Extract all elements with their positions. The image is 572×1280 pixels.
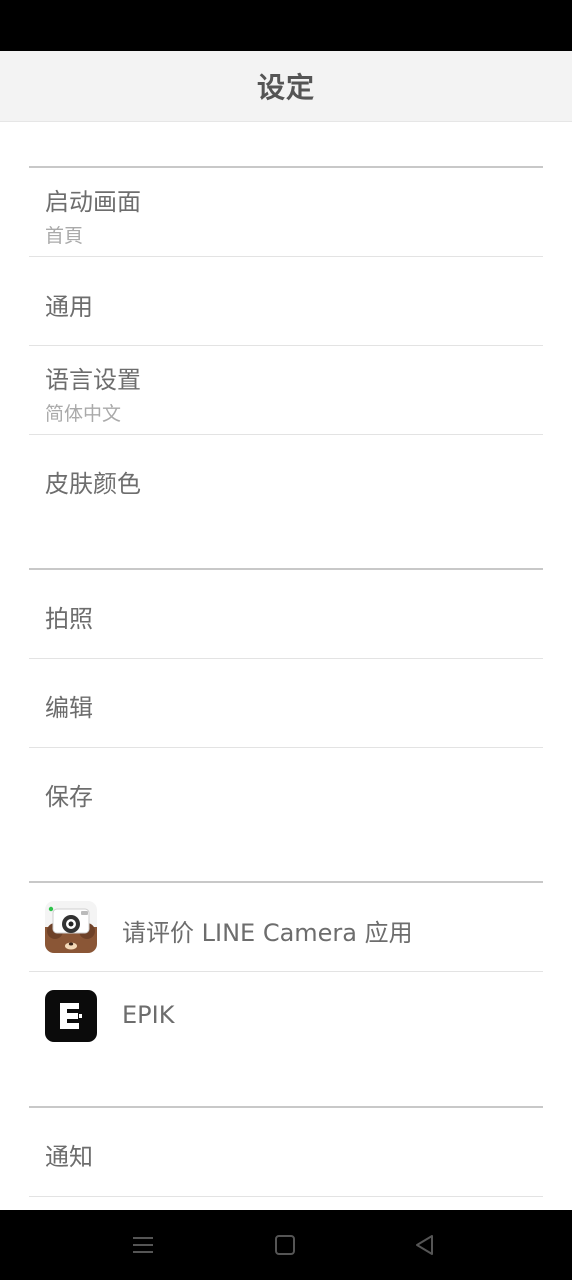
menu-icon[interactable] (128, 1230, 158, 1260)
settings-section-apps: 请评价 LINE Camera 应用 EPIK (29, 881, 543, 1061)
settings-item-rate-line-camera[interactable]: 请评价 LINE Camera 应用 (29, 883, 543, 972)
page-title: 设定 (256, 71, 315, 104)
settings-item-label: 通用 (45, 293, 93, 321)
settings-item-label: 皮肤颜色 (45, 470, 141, 498)
settings-item-language[interactable]: 语言设置 简体中文 (29, 346, 543, 435)
settings-item-label: 拍照 (45, 605, 93, 633)
app-name: 请评价 LINE Camera 应用 (122, 919, 413, 947)
settings-item-skin-color[interactable]: 皮肤颜色 (29, 435, 543, 525)
app-header: 设定 (0, 51, 572, 122)
settings-section-camera: 拍照 编辑 保存 (29, 568, 543, 837)
settings-item-general[interactable]: 通用 (29, 257, 543, 346)
system-navigation-bar (0, 1210, 572, 1280)
settings-item-label: 启动画面 (45, 188, 141, 216)
settings-item-value: 首頁 (45, 225, 84, 247)
settings-item-camera[interactable]: 拍照 (29, 570, 543, 659)
settings-item-edit[interactable]: 编辑 (29, 659, 543, 748)
settings-list[interactable]: 启动画面 首頁 通用 语言设置 简体中文 皮肤颜色 拍照 编辑 保存 请评价 L… (0, 122, 572, 1210)
status-bar (0, 0, 572, 51)
settings-item-start-screen[interactable]: 启动画面 首頁 (29, 168, 543, 257)
settings-item-label: 语言设置 (45, 366, 141, 394)
settings-section-notification: 通知 (29, 1106, 543, 1197)
home-square-icon[interactable] (270, 1230, 300, 1260)
settings-item-save[interactable]: 保存 (29, 748, 543, 837)
settings-section-general: 启动画面 首頁 通用 语言设置 简体中文 皮肤颜色 (29, 166, 543, 525)
settings-item-notification[interactable]: 通知 (29, 1108, 543, 1197)
back-triangle-icon[interactable] (410, 1230, 440, 1260)
app-name: EPIK (122, 1001, 175, 1029)
settings-item-value: 简体中文 (45, 403, 122, 425)
line-camera-bear-icon (45, 901, 97, 953)
epik-icon (45, 990, 97, 1042)
settings-item-label: 通知 (45, 1143, 93, 1171)
settings-item-label: 编辑 (45, 694, 93, 722)
settings-item-label: 保存 (45, 783, 93, 811)
settings-item-epik[interactable]: EPIK (29, 972, 543, 1061)
